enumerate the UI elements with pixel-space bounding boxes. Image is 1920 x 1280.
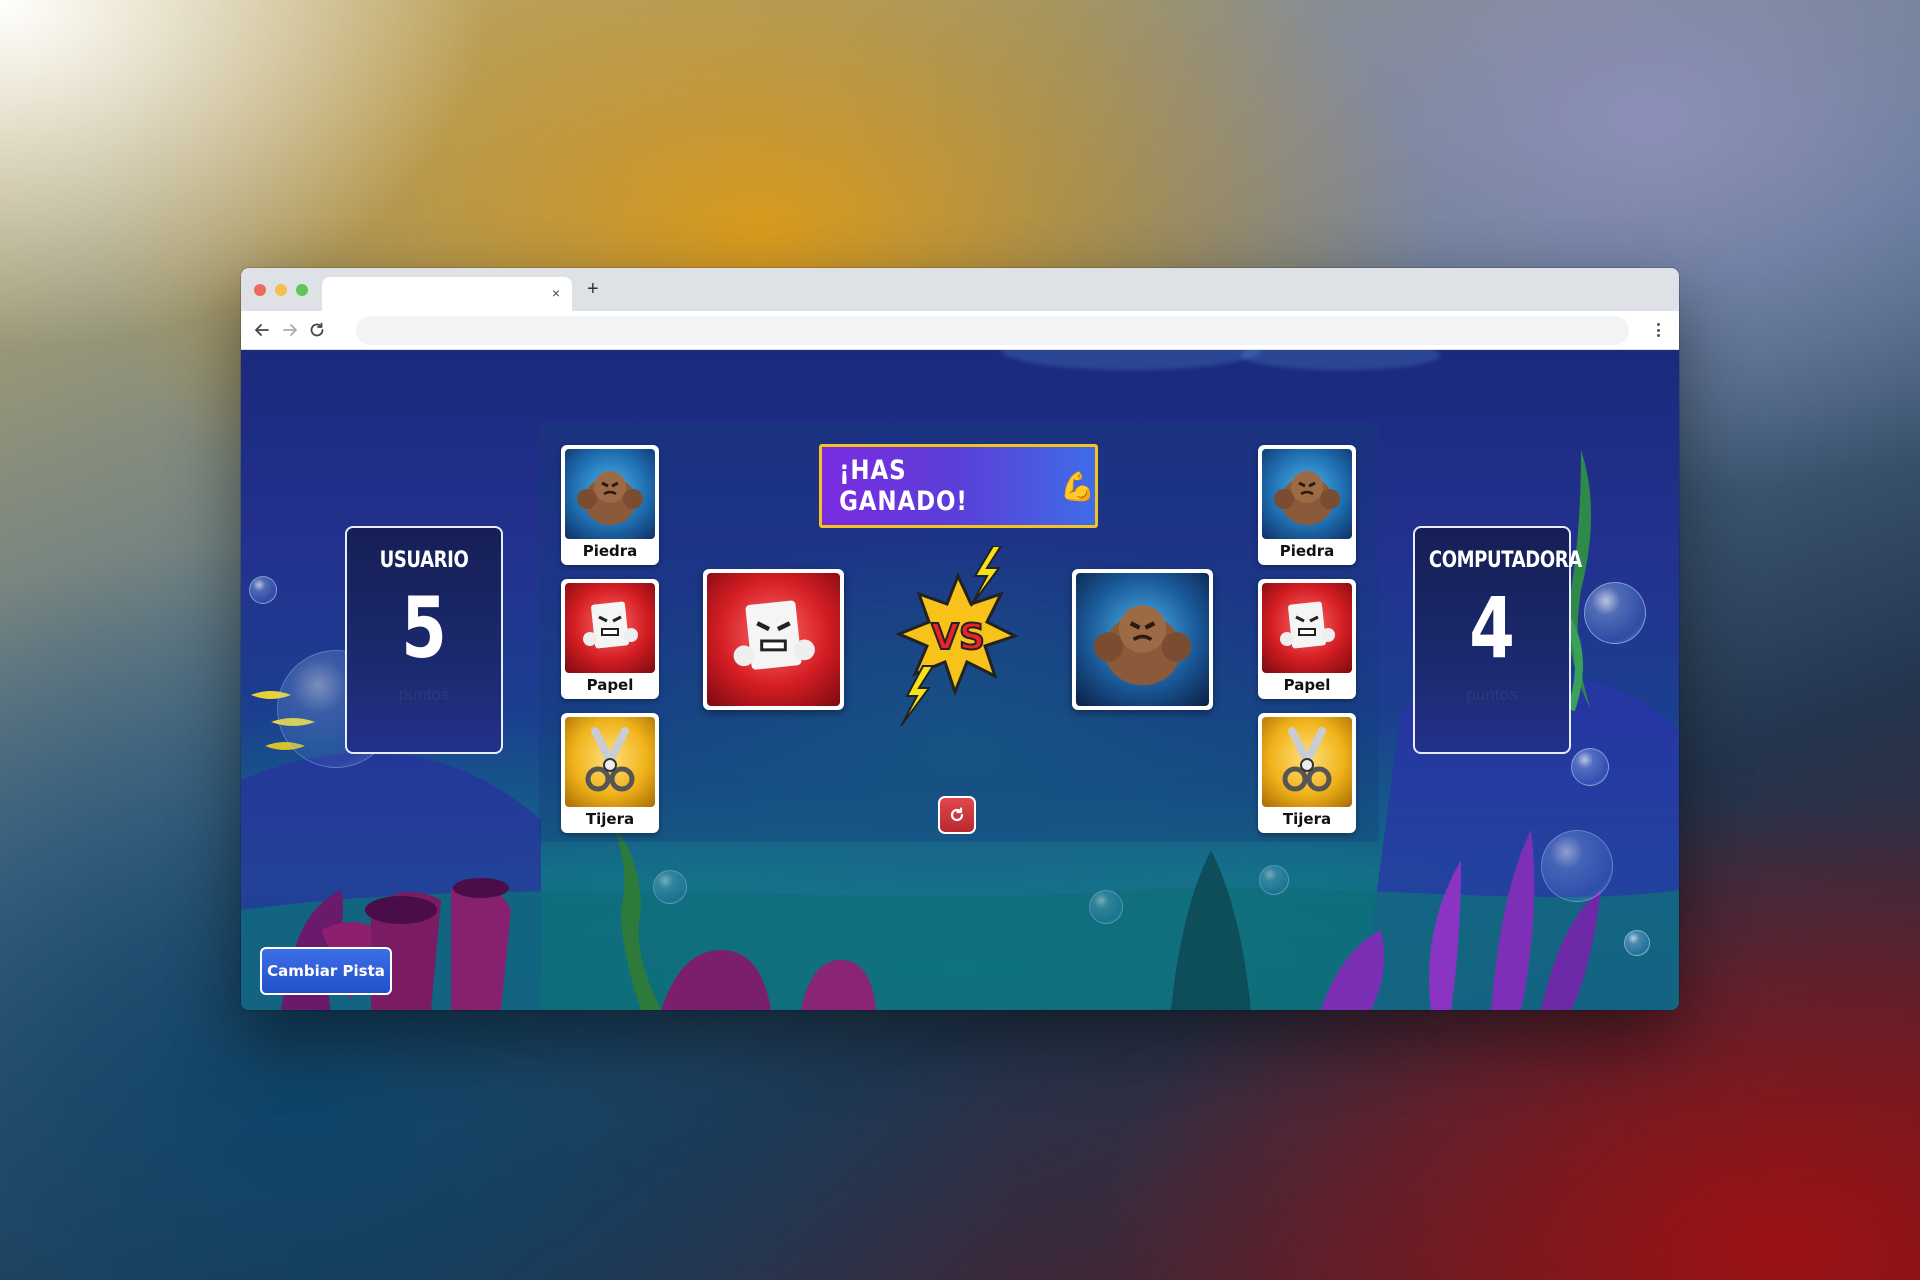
flexed-bicep-icon: 💪 xyxy=(1060,470,1095,502)
result-banner: ¡HAS GANADO! 💪 xyxy=(819,444,1098,528)
rock-icon xyxy=(1076,573,1209,706)
scissors-icon xyxy=(1262,717,1352,807)
address-bar[interactable] xyxy=(356,316,1629,345)
maximize-window-button[interactable] xyxy=(296,284,308,296)
computer-choice-scissors-label: Tijera xyxy=(1282,810,1332,828)
user-choice-scissors[interactable]: Tijera xyxy=(561,713,659,833)
reload-icon[interactable] xyxy=(306,319,328,341)
computer-selected-card xyxy=(1072,569,1213,710)
rock-icon xyxy=(565,449,655,539)
bubble xyxy=(1089,890,1123,924)
bubble xyxy=(1259,865,1289,895)
vs-burst-icon: VS xyxy=(895,546,1019,726)
browser-window: × + USUARIO 5 puntos COMPUTADORA 4 punto… xyxy=(241,268,1679,1010)
computer-score-card: COMPUTADORA 4 puntos xyxy=(1413,526,1582,754)
computer-choice-scissors[interactable]: Tijera xyxy=(1258,713,1356,833)
tab-close-icon[interactable]: × xyxy=(552,285,560,301)
window-controls xyxy=(254,284,308,296)
reset-game-button[interactable] xyxy=(938,796,976,834)
user-score-title: USUARIO xyxy=(379,548,469,573)
user-score-unit: puntos xyxy=(398,685,450,704)
bubble xyxy=(1624,930,1650,956)
computer-choice-rock[interactable]: Piedra xyxy=(1258,445,1356,565)
paper-icon xyxy=(1262,583,1352,673)
close-window-button[interactable] xyxy=(254,284,266,296)
bubble xyxy=(1541,830,1613,902)
browser-toolbar xyxy=(241,311,1679,350)
game-viewport: USUARIO 5 puntos COMPUTADORA 4 puntos Pi… xyxy=(241,350,1679,1010)
scissors-icon xyxy=(565,717,655,807)
computer-score-title: COMPUTADORA xyxy=(1428,548,1582,573)
paper-icon xyxy=(707,573,840,706)
user-score-value: 5 xyxy=(401,579,447,677)
bubble xyxy=(249,576,277,604)
refresh-icon xyxy=(950,807,964,822)
bubble xyxy=(653,870,687,904)
user-choice-paper[interactable]: Papel xyxy=(561,579,659,699)
bubble xyxy=(1571,748,1609,786)
user-score-card: USUARIO 5 puntos xyxy=(345,526,503,754)
new-tab-button[interactable]: + xyxy=(587,278,599,301)
computer-score-value: 4 xyxy=(1469,579,1515,677)
vs-text: VS xyxy=(931,617,985,658)
user-choice-rock-label: Piedra xyxy=(582,542,638,560)
rock-icon xyxy=(1262,449,1352,539)
paper-icon xyxy=(565,583,655,673)
result-banner-text: ¡HAS GANADO! xyxy=(839,455,968,517)
back-arrow-icon[interactable] xyxy=(251,319,273,341)
computer-choice-paper[interactable]: Papel xyxy=(1258,579,1356,699)
change-track-button[interactable]: Cambiar Pista xyxy=(260,947,392,995)
computer-score-unit: puntos xyxy=(1466,685,1518,704)
browser-tab[interactable]: × xyxy=(322,277,572,311)
tab-bar: × + xyxy=(241,268,1679,311)
computer-choice-paper-label: Papel xyxy=(1283,676,1331,694)
minimize-window-button[interactable] xyxy=(275,284,287,296)
computer-choice-rock-label: Piedra xyxy=(1279,542,1335,560)
user-choice-scissors-label: Tijera xyxy=(585,810,635,828)
browser-menu-icon[interactable] xyxy=(1657,323,1661,340)
forward-arrow-icon[interactable] xyxy=(279,319,301,341)
user-choice-rock[interactable]: Piedra xyxy=(561,445,659,565)
user-choice-paper-label: Papel xyxy=(586,676,634,694)
bubble xyxy=(1584,582,1646,644)
user-selected-card xyxy=(703,569,844,710)
